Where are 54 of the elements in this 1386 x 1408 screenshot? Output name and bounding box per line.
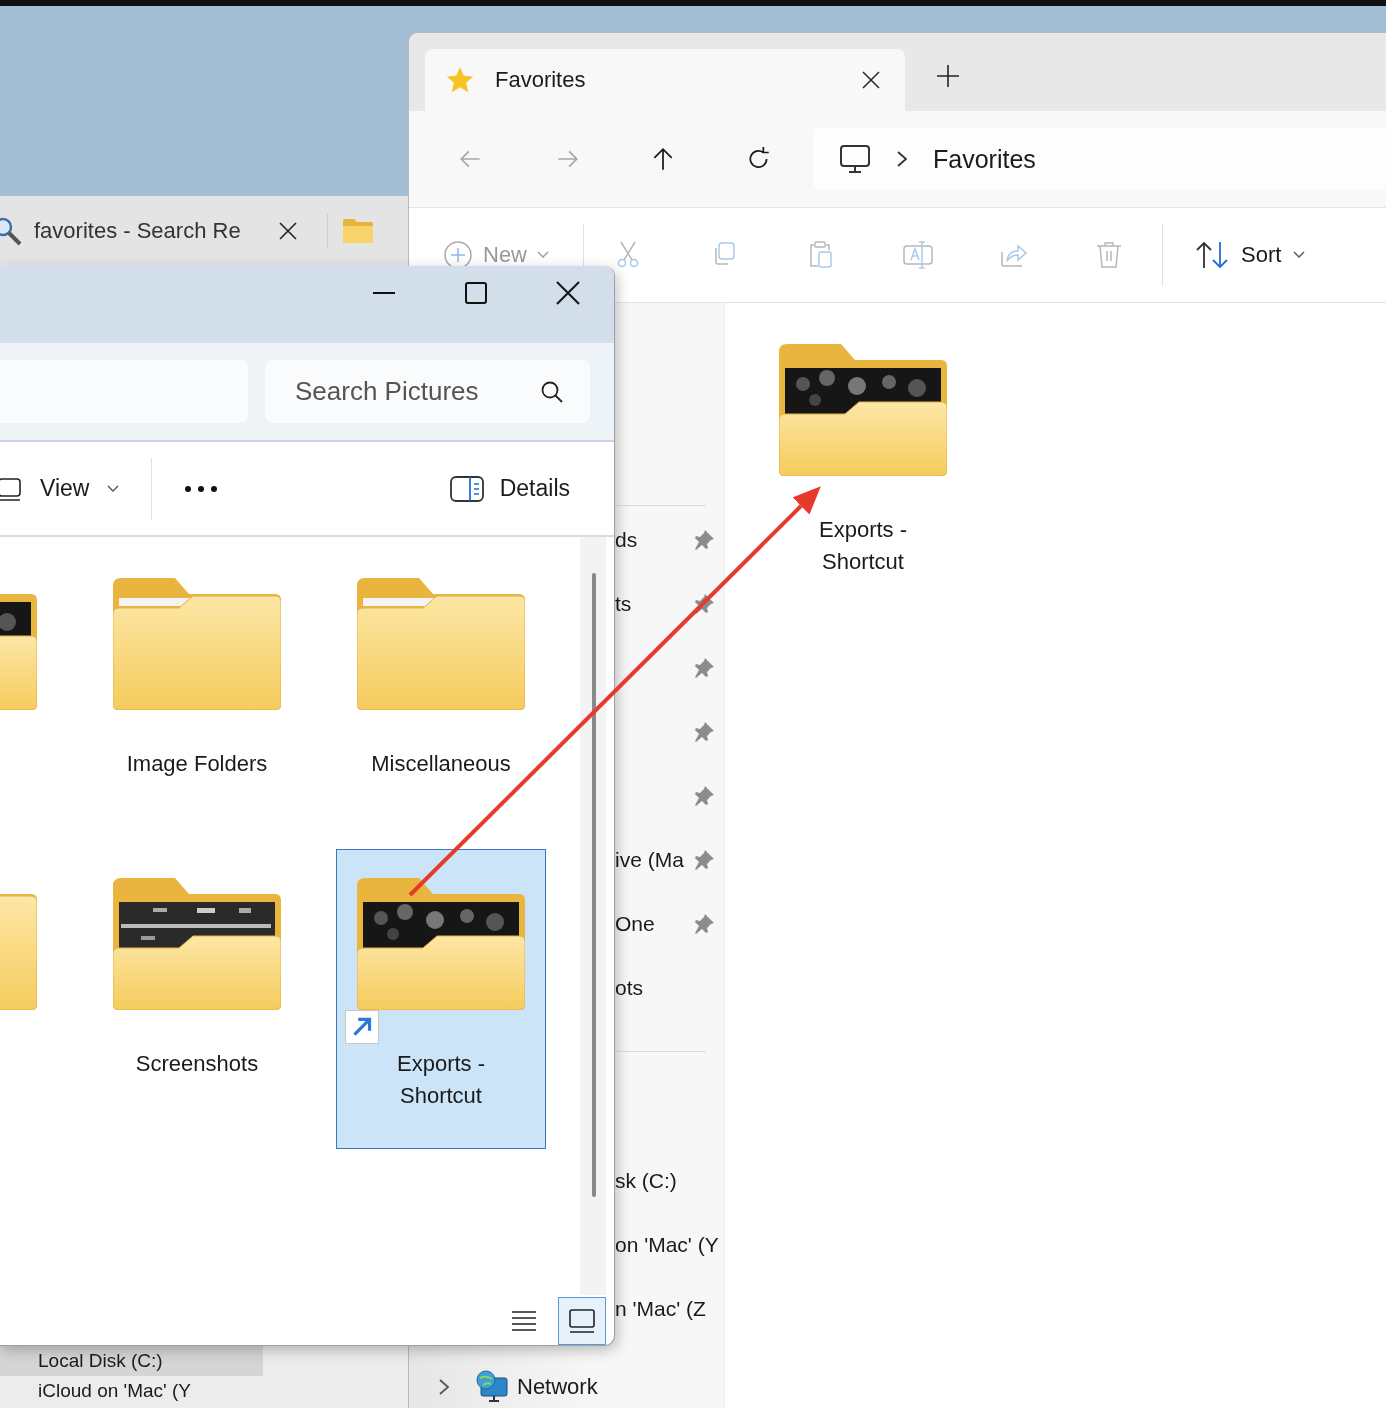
close-icon[interactable] xyxy=(278,221,297,240)
folder-icon xyxy=(357,578,525,710)
rename-icon xyxy=(902,239,934,271)
list-icon xyxy=(511,1310,537,1332)
sidebar-item[interactable]: One xyxy=(615,912,655,936)
sidebar-item[interactable]: ts xyxy=(615,592,632,616)
tiles-icon xyxy=(569,1309,595,1333)
folder-icon xyxy=(357,878,525,1010)
star-icon xyxy=(445,65,475,95)
folder-icon xyxy=(113,878,281,1010)
chevron-down-icon xyxy=(1293,251,1306,259)
folder-name: Exports - Shortcut xyxy=(818,516,908,576)
details-pane-icon xyxy=(449,475,484,502)
sort-button[interactable]: Sort xyxy=(1195,240,1306,270)
search-icon xyxy=(540,380,564,404)
details-button[interactable]: Details xyxy=(449,475,570,502)
sidebar-item[interactable]: iCloud on 'Mac' (Y xyxy=(0,1376,263,1406)
chevron-down-icon xyxy=(537,251,549,259)
sidebar-item[interactable]: ds xyxy=(615,528,638,552)
address-bar[interactable]: Favorites xyxy=(813,128,1386,190)
sidebar-item[interactable]: ive (Ma xyxy=(615,848,684,872)
breadcrumb[interactable]: Favorites xyxy=(933,144,1036,174)
window-tab[interactable]: Favorites xyxy=(425,49,905,111)
scrollbar[interactable] xyxy=(580,537,606,1295)
selected-folder-item[interactable]: Exports - Shortcut xyxy=(336,849,546,1149)
sidebar-item[interactable]: sk (C:) xyxy=(615,1169,677,1193)
tiles-view-button[interactable] xyxy=(558,1297,606,1345)
more-button[interactable] xyxy=(184,484,219,493)
sidebar-item[interactable]: ots xyxy=(615,976,643,1000)
sidebar-item[interactable]: Local Disk (C:) xyxy=(0,1346,263,1376)
maximize-icon xyxy=(465,282,487,304)
search-icon xyxy=(0,215,22,246)
folder-icon xyxy=(779,344,947,476)
close-icon xyxy=(556,281,580,305)
sidebar-item[interactable]: on 'Mac' (Y xyxy=(615,1233,719,1257)
sort-arrows-icon xyxy=(1195,240,1229,270)
folder-name: Miscellaneous xyxy=(371,750,511,778)
sidebar-item[interactable]: n 'Mac' (Z xyxy=(615,1297,706,1321)
folder-name: Exports - Shortcut xyxy=(396,1050,486,1110)
computer-icon xyxy=(839,143,871,175)
view-button[interactable]: View xyxy=(0,475,120,502)
plus-icon xyxy=(937,64,959,87)
chevron-down-icon xyxy=(107,484,120,493)
minimize-icon xyxy=(373,291,395,295)
close-icon[interactable] xyxy=(861,70,881,90)
search-field[interactable]: Search Pictures xyxy=(265,360,590,423)
view-icon xyxy=(0,476,22,501)
chevron-icon xyxy=(895,150,909,168)
folder-name: Screenshots xyxy=(135,1050,259,1078)
folder-name: Image Folders xyxy=(126,750,268,778)
more-icon xyxy=(184,484,219,493)
folder-icon xyxy=(113,578,281,710)
network-icon xyxy=(475,1370,509,1404)
sidebar-item[interactable]: Network xyxy=(409,1355,724,1408)
